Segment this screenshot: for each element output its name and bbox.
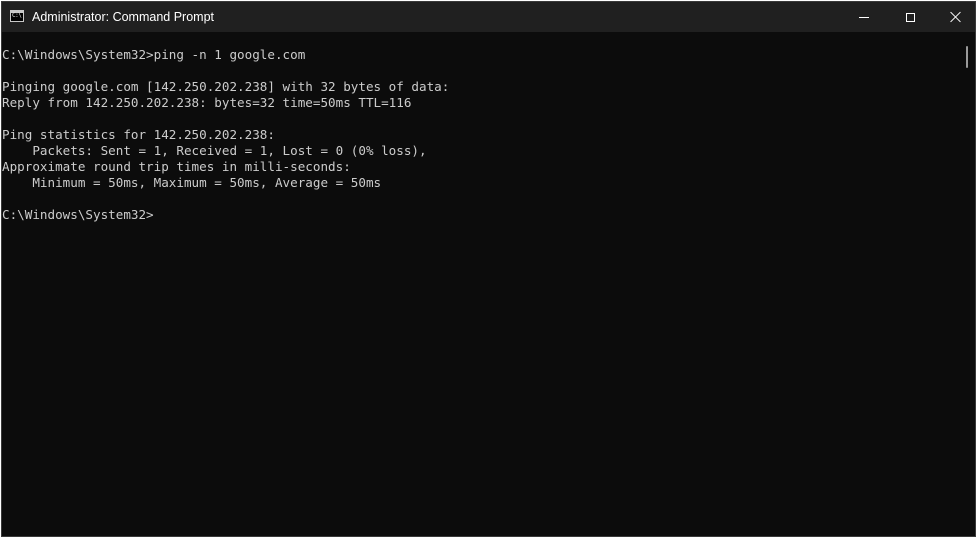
vertical-scrollbar[interactable]	[959, 32, 975, 536]
console-line: Approximate round trip times in milli-se…	[2, 159, 351, 174]
console-line: Pinging google.com [142.250.202.238] wit…	[2, 79, 450, 94]
close-button[interactable]	[933, 2, 975, 32]
close-icon	[950, 11, 962, 23]
cmd-app-icon[interactable]: C:\	[10, 10, 24, 22]
command-prompt-window: C:\ Administrator: Command Prompt C:\Win…	[1, 1, 976, 537]
scrollbar-thumb[interactable]	[966, 46, 968, 68]
maximize-icon	[905, 12, 915, 22]
minimize-icon	[859, 16, 869, 18]
console-line: Minimum = 50ms, Maximum = 50ms, Average …	[2, 175, 382, 190]
console-line: Packets: Sent = 1, Received = 1, Lost = …	[2, 143, 427, 158]
console-output[interactable]: C:\Windows\System32>ping -n 1 google.com…	[2, 32, 960, 536]
cmd-app-icon-text: C:\	[12, 12, 22, 19]
console-line: C:\Windows\System32>ping -n 1 google.com	[2, 47, 306, 62]
console-line: Reply from 142.250.202.238: bytes=32 tim…	[2, 95, 412, 110]
window-title: Administrator: Command Prompt	[32, 10, 215, 24]
console-text: C:\Windows\System32>ping -n 1 google.com…	[2, 32, 960, 223]
console-prompt-line[interactable]: C:\Windows\System32>	[2, 207, 960, 223]
title-bar[interactable]: C:\ Administrator: Command Prompt	[2, 2, 975, 32]
console-line: Ping statistics for 142.250.202.238:	[2, 127, 275, 142]
minimize-button[interactable]	[841, 2, 887, 32]
maximize-button[interactable]	[887, 2, 933, 32]
